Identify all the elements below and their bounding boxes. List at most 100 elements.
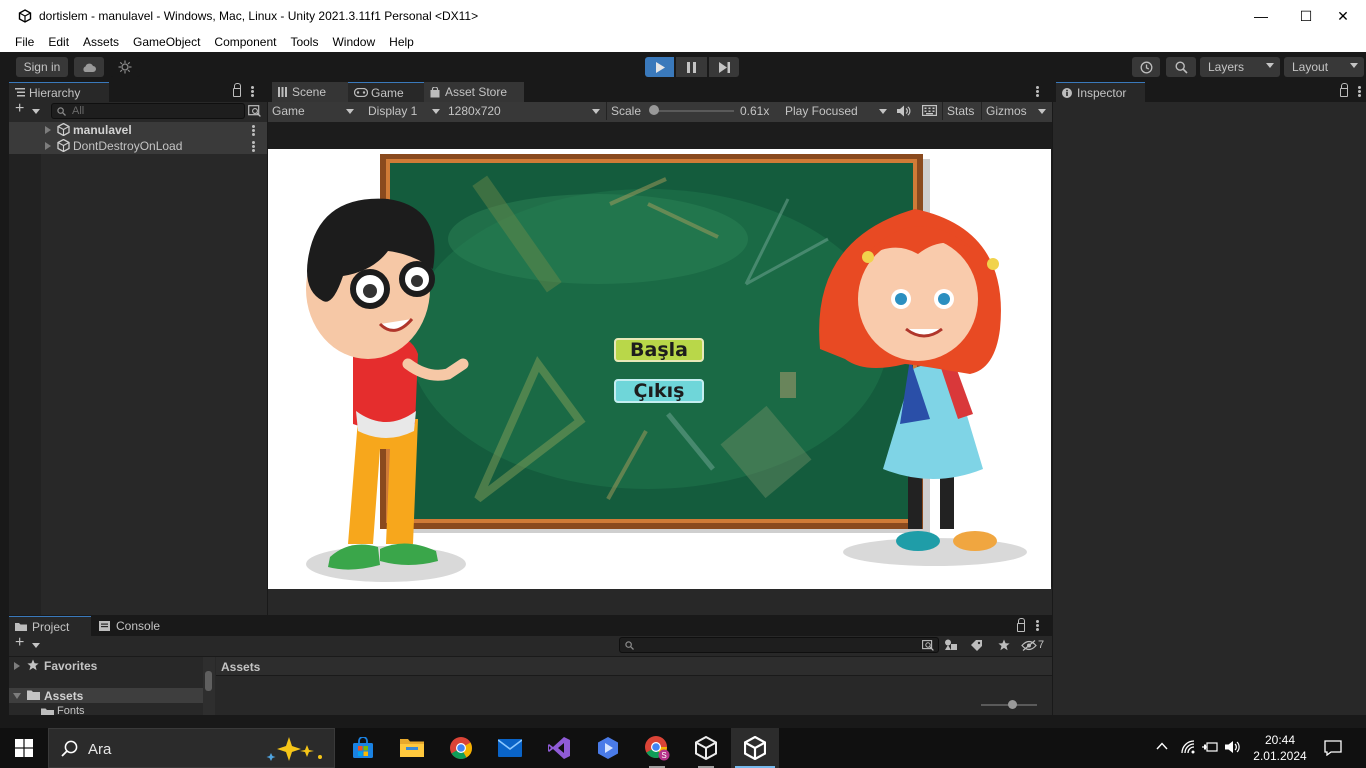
visual-studio-icon: [548, 737, 570, 759]
display-dropdown[interactable]: Display 1: [368, 102, 442, 120]
project-create-button[interactable]: +: [15, 634, 45, 653]
more-options-icon[interactable]: [1036, 86, 1039, 97]
play-mode-dropdown[interactable]: Play Focused: [785, 102, 890, 120]
taskbar-clock[interactable]: 20:44 2.01.2024: [1252, 732, 1308, 764]
tree-scrollbar[interactable]: [203, 657, 215, 715]
menu-help[interactable]: Help: [389, 35, 414, 49]
audio-icon[interactable]: [897, 105, 911, 117]
start-button-label: Başla: [630, 339, 688, 361]
filter-type-icon[interactable]: [944, 639, 958, 651]
battery-plug-icon[interactable]: [1202, 741, 1218, 753]
taskbar-visual-studio[interactable]: [535, 728, 583, 768]
taskbar-app-copilot[interactable]: [584, 728, 632, 768]
tab-scene[interactable]: Scene: [272, 82, 348, 102]
taskbar-file-explorer[interactable]: [388, 728, 436, 768]
minimize-button[interactable]: —: [1238, 0, 1284, 32]
scale-value: 0.61x: [740, 104, 770, 118]
scene-search-icon[interactable]: [248, 105, 261, 117]
scrollbar-thumb[interactable]: [205, 671, 212, 691]
tab-asset-store[interactable]: Asset Store: [424, 82, 524, 102]
menu-assets[interactable]: Assets: [83, 35, 119, 49]
taskbar: Ara S 20:44 2.01.2024: [0, 728, 1366, 768]
game-mode-dropdown[interactable]: Game: [272, 102, 357, 120]
menu-tools[interactable]: Tools: [290, 35, 318, 49]
expand-arrow-icon[interactable]: [45, 142, 51, 150]
hierarchy-item-dontdestroyonload[interactable]: DontDestroyOnLoad: [9, 138, 267, 154]
history-button[interactable]: [1132, 57, 1160, 77]
search-button[interactable]: [1166, 57, 1196, 77]
layout-dropdown[interactable]: Layout: [1284, 57, 1364, 77]
favorite-star-icon[interactable]: [998, 639, 1010, 651]
resolution-dropdown[interactable]: 1280x720: [448, 102, 602, 120]
taskbar-chrome[interactable]: [437, 728, 485, 768]
icon-size-slider-handle[interactable]: [1008, 700, 1017, 709]
more-options-icon[interactable]: [252, 125, 255, 136]
search-options-icon[interactable]: [922, 640, 934, 651]
gizmos-label: Gizmos: [986, 104, 1027, 118]
pause-button[interactable]: [676, 57, 707, 77]
hidden-packages-toggle[interactable]: 7: [1021, 638, 1049, 652]
stats-button[interactable]: Stats: [947, 102, 979, 120]
taskbar-unity-editor[interactable]: [731, 728, 779, 768]
sign-in-button[interactable]: Sign in: [16, 57, 68, 77]
collapse-arrow-icon[interactable]: [13, 693, 21, 699]
list-icon: [15, 88, 25, 97]
taskbar-store[interactable]: [339, 728, 387, 768]
lock-icon[interactable]: [233, 83, 241, 97]
taskbar-mail[interactable]: [486, 728, 534, 768]
taskbar-chrome-profile[interactable]: S: [633, 728, 681, 768]
hierarchy-gutter: [9, 122, 41, 615]
game-canvas[interactable]: Başla Çıkış: [268, 149, 1051, 589]
step-button[interactable]: [709, 57, 739, 77]
menu-component[interactable]: Component: [214, 35, 276, 49]
taskbar-unity-hub[interactable]: [682, 728, 730, 768]
lock-icon[interactable]: [1017, 618, 1025, 632]
unity-logo-icon: [695, 736, 717, 760]
tab-game[interactable]: Game: [348, 82, 424, 102]
play-button[interactable]: [645, 57, 674, 77]
label-tag-icon[interactable]: [971, 639, 983, 651]
start-button[interactable]: [0, 728, 48, 768]
gizmos-dropdown[interactable]: Gizmos: [986, 102, 1048, 120]
layers-dropdown[interactable]: Layers: [1200, 57, 1280, 77]
tab-console[interactable]: Console: [93, 616, 173, 636]
close-button[interactable]: ✕: [1320, 0, 1366, 32]
more-options-icon[interactable]: [252, 141, 255, 152]
tab-project[interactable]: Project: [9, 616, 91, 636]
more-options-icon[interactable]: [1358, 86, 1361, 97]
divider: [981, 102, 982, 120]
hierarchy-item-manulavel[interactable]: manulavel: [9, 122, 267, 138]
more-options-icon[interactable]: [1036, 620, 1039, 631]
folder-assets[interactable]: Assets: [9, 688, 203, 703]
folder-icon: [400, 739, 424, 757]
menu-edit[interactable]: Edit: [48, 35, 69, 49]
collab-button[interactable]: [110, 57, 140, 77]
create-button[interactable]: +: [15, 100, 45, 119]
network-icon[interactable]: [1181, 740, 1195, 754]
window-title-bar: dortislem - manulavel - Windows, Mac, Li…: [0, 0, 1366, 32]
menu-gameobject[interactable]: GameObject: [133, 35, 200, 49]
tab-inspector[interactable]: Inspector: [1056, 82, 1145, 102]
scale-slider-handle[interactable]: [649, 105, 659, 115]
taskbar-search-box[interactable]: Ara: [48, 728, 335, 768]
notification-icon[interactable]: [1324, 740, 1342, 756]
tab-hierarchy[interactable]: Hierarchy: [9, 82, 109, 102]
hierarchy-search-input[interactable]: All: [51, 103, 245, 119]
volume-icon[interactable]: [1225, 740, 1241, 754]
keyboard-icon[interactable]: [922, 105, 937, 116]
assets-header-label[interactable]: Assets: [221, 660, 260, 674]
scale-slider-track[interactable]: [650, 110, 734, 112]
expand-arrow-icon[interactable]: [14, 662, 20, 670]
more-options-icon[interactable]: [251, 86, 254, 97]
favorites-label[interactable]: Favorites: [44, 659, 97, 673]
fonts-folder-label[interactable]: Fonts: [57, 706, 85, 715]
expand-arrow-icon[interactable]: [45, 126, 51, 134]
lock-icon[interactable]: [1340, 83, 1348, 97]
start-button[interactable]: Başla: [614, 338, 704, 362]
chevron-up-icon[interactable]: [1156, 742, 1168, 750]
menu-window[interactable]: Window: [332, 35, 375, 49]
exit-button[interactable]: Çıkış: [614, 379, 704, 403]
menu-file[interactable]: File: [15, 35, 34, 49]
project-search-input[interactable]: [619, 637, 939, 653]
cloud-button[interactable]: [74, 57, 104, 77]
